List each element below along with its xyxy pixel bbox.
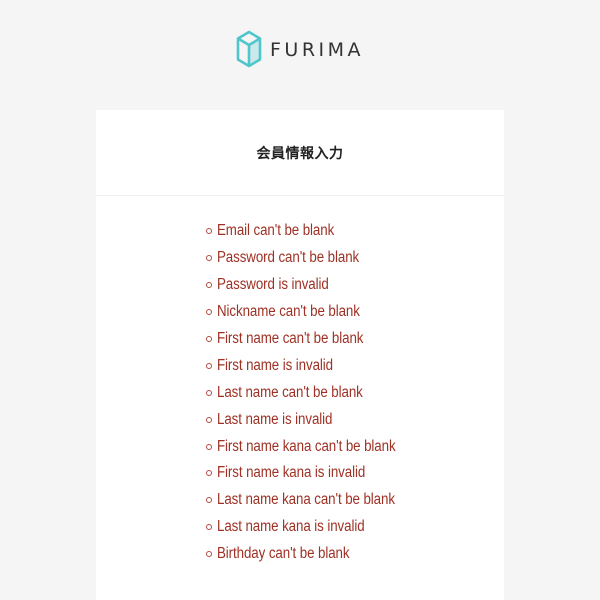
error-message-last-name-kana-blank: Last name kana can't be blank	[206, 487, 504, 514]
bullet-icon	[206, 282, 212, 289]
error-message-text: First name kana is invalid	[217, 464, 366, 482]
error-message-first-name-kana-invalid: First name kana is invalid	[206, 460, 504, 487]
bullet-icon	[206, 228, 212, 235]
bullet-icon	[206, 362, 212, 369]
form-title: 会員情報入力	[256, 145, 344, 162]
bullet-icon	[206, 416, 212, 423]
error-message-password-blank: Password can't be blank	[206, 245, 504, 272]
error-message-text: Password can't be blank	[217, 249, 360, 267]
registration-form-card: 会員情報入力 Email can't be blank Password can…	[96, 110, 504, 600]
bullet-icon	[206, 255, 212, 262]
error-message-first-name-kana-blank: First name kana can't be blank	[206, 433, 504, 460]
error-message-text: Last name kana is invalid	[217, 518, 365, 536]
site-header: FURIMA	[0, 28, 600, 70]
error-message-last-name-invalid: Last name is invalid	[206, 406, 504, 433]
bullet-icon	[206, 443, 212, 450]
error-message-nickname-blank: Nickname can't be blank	[206, 299, 504, 326]
error-message-last-name-kana-invalid: Last name kana is invalid	[206, 514, 504, 541]
error-message-text: First name kana can't be blank	[217, 437, 396, 455]
logo-text: FURIMA	[269, 38, 365, 61]
error-message-birthday-blank: Birthday can't be blank	[206, 541, 504, 568]
bullet-icon	[206, 389, 212, 396]
bullet-icon	[206, 497, 212, 504]
error-message-password-invalid: Password is invalid	[206, 272, 504, 299]
cube-logo-icon	[236, 30, 262, 68]
error-message-text: Last name is invalid	[217, 410, 333, 428]
logo-link[interactable]: FURIMA	[236, 28, 364, 70]
error-message-text: Email can't be blank	[217, 222, 335, 240]
page: FURIMA 会員情報入力 Email can't be blank Passw…	[0, 0, 600, 600]
bullet-icon	[206, 524, 212, 531]
bullet-icon	[206, 336, 212, 342]
error-message-text: Last name kana can't be blank	[217, 491, 395, 509]
error-message-text: Last name can't be blank	[217, 383, 363, 401]
error-message-text: Nickname can't be blank	[217, 303, 360, 321]
error-message-first-name-invalid: First name is invalid	[206, 352, 504, 379]
bullet-icon	[206, 309, 212, 316]
error-message-text: Birthday can't be blank	[217, 545, 350, 563]
error-message-text: Password is invalid	[217, 276, 329, 294]
error-message-first-name-blank: First name can't be blank	[206, 326, 504, 353]
error-message-text: First name is invalid	[217, 356, 333, 374]
error-message-last-name-blank: Last name can't be blank	[206, 379, 504, 406]
error-message-email-blank: Email can't be blank	[206, 218, 504, 245]
form-header: 会員情報入力	[96, 110, 504, 196]
bullet-icon	[206, 551, 212, 558]
error-messages-list: Email can't be blank Password can't be b…	[96, 196, 504, 568]
error-message-text: First name can't be blank	[217, 330, 364, 347]
bullet-icon	[206, 470, 212, 477]
